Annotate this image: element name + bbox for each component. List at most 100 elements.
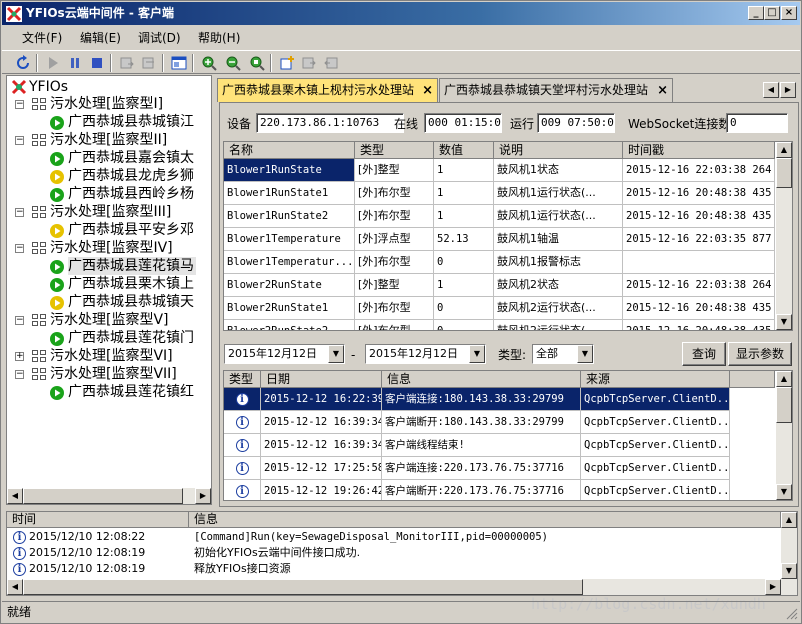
forward-icon[interactable] (300, 54, 318, 72)
tree-station[interactable]: 广西恭城县恭城镇天 (68, 293, 194, 311)
table-cell[interactable]: 1 (434, 159, 494, 182)
table-cell[interactable]: QcpbTcpServer.ClientD... (581, 457, 730, 480)
variables-table[interactable]: 名称 类型 数值 说明 时间戳 Blower1RunState [外]整型 1 鼓风机… (223, 141, 793, 331)
tree-station[interactable]: 广西恭城县平安乡邓 (68, 221, 194, 239)
menu-help[interactable]: 帮助(H) (195, 30, 243, 46)
table-cell[interactable]: 1 (434, 182, 494, 205)
table-cell[interactable]: QcpbTcpServer.ClientD... (581, 388, 730, 411)
table-cell-type[interactable]: i (224, 388, 261, 411)
tab-scroll-right-icon[interactable]: ▶ (780, 82, 796, 98)
back-icon[interactable] (322, 54, 340, 72)
table-cell-type[interactable]: i (224, 457, 261, 480)
column-header[interactable]: 名称 (224, 142, 355, 159)
table-cell[interactable]: 1 (434, 274, 494, 297)
expand-icon[interactable]: + (15, 352, 24, 361)
step-over-icon[interactable] (140, 54, 158, 72)
pause-icon[interactable] (66, 54, 84, 72)
tree-station[interactable]: 广西恭城县栗木镇上 (68, 275, 194, 293)
maximize-button[interactable]: □ (764, 6, 780, 20)
table-cell[interactable]: 2015-12-16 20:48:38 435 (623, 297, 775, 320)
scroll-up-icon[interactable]: ▲ (781, 512, 797, 528)
table-cell[interactable]: Blower1Temperature (224, 228, 355, 251)
tree-group[interactable]: 污水处理[监察型II] (50, 131, 167, 149)
table-cell[interactable]: [外]布尔型 (355, 251, 434, 274)
variables-vscrollbar[interactable]: ▲ ▼ (776, 142, 792, 330)
table-cell[interactable]: 0 (434, 320, 494, 330)
table-cell[interactable]: QcpbTcpServer.ClientD... (581, 480, 730, 500)
table-cell[interactable]: 2015-12-16 22:03:38 264 (623, 274, 775, 297)
log-hscrollbar[interactable]: ◀ ▶ (7, 579, 781, 595)
tree-group[interactable]: 污水处理[监察型III] (50, 203, 171, 221)
collapse-icon[interactable]: − (15, 100, 24, 109)
zoom-fit-icon[interactable] (248, 54, 266, 72)
table-cell[interactable]: 客户端连接:180.143.38.33:29799 (382, 388, 581, 411)
close-button[interactable]: × (781, 6, 797, 20)
table-cell-type[interactable]: i (224, 434, 261, 457)
table-cell-type[interactable]: i (224, 480, 261, 500)
table-cell[interactable]: Blower2RunState1 (224, 297, 355, 320)
menu-debug[interactable]: 调试(D) (135, 30, 184, 46)
table-cell[interactable]: Blower1RunState1 (224, 182, 355, 205)
events-vscrollbar[interactable]: ▲ ▼ (776, 371, 792, 500)
table-cell[interactable]: 客户端断开:220.173.76.75:37716 (382, 480, 581, 500)
column-header[interactable]: 时间戳 (623, 142, 775, 159)
table-cell[interactable]: 客户端断开:180.143.38.33:29799 (382, 411, 581, 434)
collapse-icon[interactable]: − (15, 316, 24, 325)
tree-station[interactable]: 广西恭城县恭城镇江 (68, 113, 194, 131)
table-cell[interactable]: Blower1RunState2 (224, 205, 355, 228)
column-header[interactable]: 说明 (494, 142, 623, 159)
websocket-count-field[interactable]: 0 (726, 113, 788, 133)
device-field[interactable]: 220.173.86.1:10763 (256, 113, 404, 133)
table-cell[interactable]: 鼓风机1状态 (494, 159, 623, 182)
menu-file[interactable]: 文件(F) (19, 30, 65, 46)
table-cell[interactable]: [外]浮点型 (355, 228, 434, 251)
scroll-thumb[interactable] (776, 387, 792, 423)
minimize-button[interactable]: _ (748, 6, 764, 20)
table-cell[interactable]: 2015-12-12 16:22:39 (261, 388, 382, 411)
tree-group[interactable]: 污水处理[监察型VII] (50, 365, 177, 383)
tab-station-1[interactable]: 广西恭城县栗木镇上枧村污水处理站 × (217, 78, 438, 102)
column-header[interactable]: 来源 (581, 371, 730, 388)
table-cell[interactable]: 2015-12-12 16:39:34 (261, 411, 382, 434)
table-cell[interactable]: 2015-12-16 20:48:38 435 (623, 205, 775, 228)
scroll-down-icon[interactable]: ▼ (776, 484, 792, 500)
scroll-right-icon[interactable]: ▶ (195, 488, 211, 504)
table-cell[interactable]: 鼓风机2运行状态(... (494, 320, 623, 330)
type-select[interactable]: 全部 ▼ (532, 344, 594, 364)
table-cell[interactable]: 2015-12-16 22:03:38 264 (623, 159, 775, 182)
table-cell[interactable]: [外]布尔型 (355, 297, 434, 320)
column-header[interactable]: 信息 (189, 512, 781, 528)
tree-group[interactable]: 污水处理[监察型I] (50, 95, 163, 113)
table-cell[interactable]: 0 (434, 251, 494, 274)
tree-group[interactable]: 污水处理[监察型VI] (50, 347, 173, 365)
table-cell[interactable]: [外]布尔型 (355, 320, 434, 330)
scroll-up-icon[interactable]: ▲ (776, 371, 792, 387)
title-bar[interactable]: YFIOs云端中间件 - 客户端 _ □ × (2, 2, 800, 25)
tree-station[interactable]: 广西恭城县龙虎乡狮 (68, 167, 194, 185)
tree-hscrollbar[interactable]: ◀ ▶ (7, 488, 211, 504)
zoom-out-icon[interactable] (224, 54, 242, 72)
table-cell[interactable]: [外]整型 (355, 159, 434, 182)
table-cell[interactable]: QcpbTcpServer.ClientD... (581, 434, 730, 457)
tab-station-2[interactable]: 广西恭城县恭城镇天堂坪村污水处理站 × (439, 78, 673, 102)
table-cell[interactable]: 鼓风机1报警标志 (494, 251, 623, 274)
table-cell[interactable]: Blower2RunState (224, 274, 355, 297)
table-cell[interactable]: 2015-12-16 20:48:38 435 (623, 182, 775, 205)
online-field[interactable]: 000 01:15:00 (424, 113, 502, 133)
table-cell[interactable]: 客户端连接:220.173.76.75:37716 (382, 457, 581, 480)
table-cell[interactable]: 客户端线程结束! (382, 434, 581, 457)
table-cell[interactable]: [外]布尔型 (355, 182, 434, 205)
run-field[interactable]: 009 07:50:07 (537, 113, 615, 133)
scroll-down-icon[interactable]: ▼ (776, 314, 792, 330)
chevron-down-icon[interactable]: ▼ (469, 345, 485, 363)
table-cell[interactable]: 鼓风机1运行状态(... (494, 182, 623, 205)
tree-station-selected[interactable]: 广西恭城县莲花镇马 (68, 257, 196, 275)
table-cell[interactable]: 2015-12-12 17:25:58 (261, 457, 382, 480)
table-cell[interactable]: 鼓风机1运行状态(... (494, 205, 623, 228)
table-cell[interactable]: QcpbTcpServer.ClientD... (581, 411, 730, 434)
table-cell[interactable]: 1 (434, 205, 494, 228)
tree-station[interactable]: 广西恭城县嘉会镇太 (68, 149, 194, 167)
column-header[interactable]: 类型 (224, 371, 261, 388)
table-cell[interactable] (623, 251, 775, 274)
tree-station[interactable]: 广西恭城县西岭乡杨 (68, 185, 194, 203)
